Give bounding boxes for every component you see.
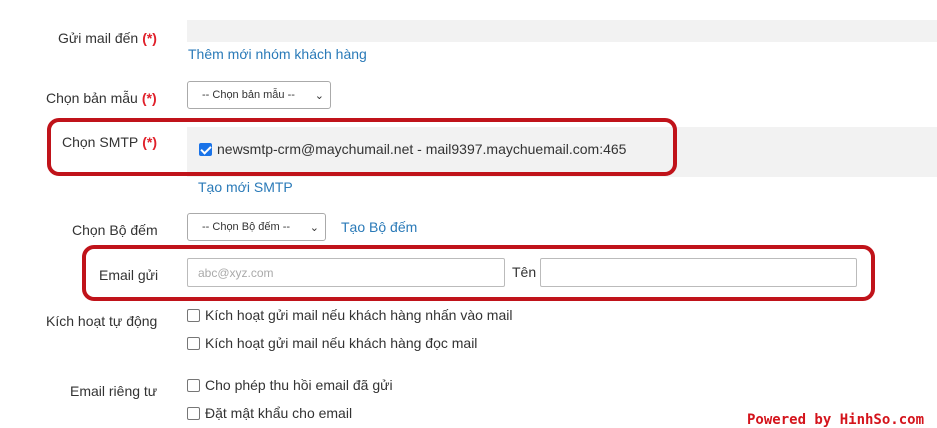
auto-read-checkbox[interactable] (187, 336, 200, 350)
private-email-label: Email riêng tư (70, 383, 158, 399)
add-customer-group-link[interactable]: Thêm mới nhóm khách hàng (188, 46, 367, 62)
auto-option-click[interactable]: Kích hoạt gửi mail nếu khách hàng nhấn v… (187, 307, 512, 323)
smtp-highlight-box (47, 118, 677, 176)
recall-label: Cho phép thu hồi email đã gửi (205, 377, 393, 393)
chevron-down-icon: ⌄ (314, 89, 324, 102)
auto-click-checkbox[interactable] (187, 308, 200, 322)
template-label-text: Chọn bản mẫu (46, 90, 138, 106)
chevron-down-icon: ⌄ (309, 221, 319, 234)
watermark: Powered by HinhSo.com (747, 412, 925, 428)
auto-option-read[interactable]: Kích hoạt gửi mail nếu khách hàng đọc ma… (187, 335, 477, 351)
template-label: Chọn bản mẫu (*) (46, 90, 157, 106)
sender-highlight-box (82, 245, 875, 301)
send-to-label: Gửi mail đến (*) (58, 30, 157, 46)
template-select-value: -- Chọn bản mẫu -- (202, 89, 295, 101)
password-label: Đặt mật khẩu cho email (205, 405, 353, 421)
auto-trigger-label: Kích hoạt tự động (46, 313, 158, 329)
privacy-option-password[interactable]: Đặt mật khẩu cho email (187, 405, 352, 421)
recall-checkbox[interactable] (187, 378, 200, 392)
template-select[interactable]: -- Chọn bản mẫu -- ⌄ (187, 81, 331, 109)
send-to-label-text: Gửi mail đến (58, 30, 139, 46)
required-mark: (*) (141, 90, 157, 106)
create-smtp-link[interactable]: Tạo mới SMTP (198, 179, 293, 195)
counter-select-value: -- Chọn Bộ đếm -- (202, 221, 291, 233)
send-to-field[interactable] (187, 20, 937, 42)
password-checkbox[interactable] (187, 406, 200, 420)
counter-select[interactable]: -- Chọn Bộ đếm -- ⌄ (187, 213, 326, 241)
privacy-option-recall[interactable]: Cho phép thu hồi email đã gửi (187, 377, 393, 393)
counter-label: Chọn Bộ đếm (72, 222, 158, 238)
required-mark: (*) (142, 30, 157, 46)
auto-click-label: Kích hoạt gửi mail nếu khách hàng nhấn v… (205, 307, 513, 323)
create-counter-link[interactable]: Tạo Bộ đếm (341, 219, 417, 235)
auto-read-label: Kích hoạt gửi mail nếu khách hàng đọc ma… (205, 335, 478, 351)
top-cropped-strip (188, 0, 688, 2)
